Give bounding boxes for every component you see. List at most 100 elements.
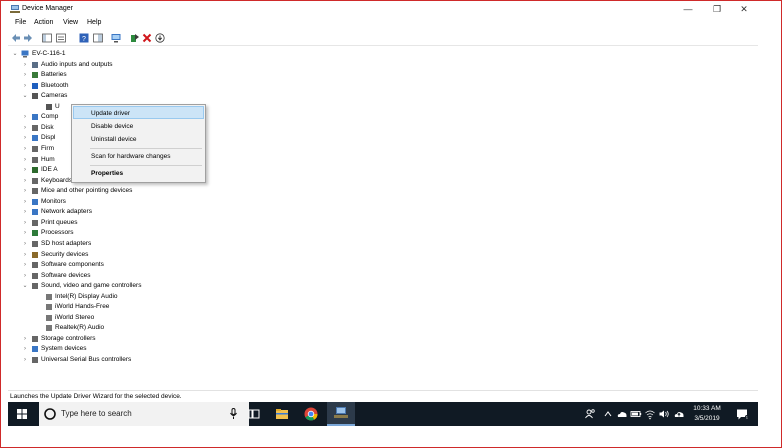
minimize-button[interactable]: — [675,3,701,16]
system-clock[interactable]: 10:33 AM 3/5/2019 [692,404,722,424]
title-bar[interactable]: Device Manager — ❐ ✕ [8,1,758,18]
expand-chevron-icon[interactable]: › [22,123,28,133]
expand-chevron-icon[interactable]: › [22,197,28,207]
expand-chevron-icon[interactable]: › [22,112,28,122]
clock-date: 3/5/2019 [694,415,720,422]
expand-chevron-icon[interactable]: › [22,239,28,249]
update-driver-icon[interactable] [130,33,140,43]
expand-chevron-icon[interactable]: › [22,133,28,143]
cortana-circle-icon [44,408,56,420]
clock-time: 10:33 AM [693,405,721,412]
onedrive-icon[interactable] [616,402,628,426]
taskbar-search[interactable]: Type here to search [39,402,249,426]
expand-chevron-icon[interactable]: › [22,70,28,80]
audio-device-icon [46,293,52,300]
tree-item-label: Comp [41,113,59,121]
tree-item-label: iWorld Hands-Free [55,303,110,311]
action-panel-icon[interactable] [93,33,103,43]
expand-chevron-icon[interactable]: › [22,207,28,217]
human-interface-icon [32,156,38,163]
tree-item-label: Keyboards [41,176,73,184]
disable-device-label: Disable device [91,123,134,130]
software-component-icon [32,262,38,268]
update-driver-label: Update driver [91,110,131,117]
tree-item-label: Storage controllers [41,334,96,342]
menu-view[interactable]: View [63,19,78,26]
microphone-icon[interactable] [229,408,238,420]
audio-device-icon [46,325,52,332]
bluetooth-icon [32,82,38,89]
uninstall-device-menu-item[interactable]: Uninstall device [72,133,205,146]
expand-chevron-icon[interactable]: › [22,176,28,186]
monitor-icon [32,198,38,205]
expand-chevron-icon[interactable]: › [22,271,28,281]
expand-chevron-icon[interactable]: › [22,334,28,344]
tree-item-label: Software components [41,261,104,268]
tree-item-label: Realtek(R) Audio [55,324,105,332]
computer-icon [21,50,29,58]
volume-icon[interactable] [658,402,670,426]
chrome-icon[interactable] [303,402,319,426]
menu-help[interactable]: Help [87,19,101,26]
enable-device-icon[interactable] [155,33,165,43]
expand-chevron-icon[interactable]: › [22,260,28,270]
tree-item-label: Disk [41,123,54,131]
scan-hardware-icon[interactable] [111,33,121,43]
properties-menu-item[interactable]: Properties [72,167,205,180]
disk-drive-icon [32,124,38,131]
collapse-chevron-icon[interactable]: ⌄ [12,49,18,59]
people-icon[interactable] [584,402,596,426]
properties-view-icon[interactable] [56,33,66,43]
update-driver-menu-item[interactable]: Update driver [73,106,204,119]
back-icon[interactable] [11,33,21,43]
expand-chevron-icon[interactable]: › [22,155,28,165]
expand-chevron-icon[interactable]: › [22,144,28,154]
show-hide-tree-icon[interactable] [42,33,52,43]
help-icon[interactable]: ? [79,33,89,43]
disable-device-menu-item[interactable]: Disable device [72,120,205,133]
scan-hardware-menu-item[interactable]: Scan for hardware changes [72,150,205,163]
expand-chevron-icon[interactable]: › [22,81,28,91]
expand-chevron-icon[interactable]: › [22,165,28,175]
collapse-chevron-icon[interactable]: ⌄ [22,281,28,291]
tree-item-label: Security devices [41,250,89,258]
menu-action[interactable]: Action [34,19,53,26]
expand-chevron-icon[interactable]: › [22,186,28,196]
status-text: Launches the Update Driver Wizard for th… [10,393,182,400]
expand-chevron-icon[interactable]: › [22,60,28,70]
show-hidden-icons-chevron-icon[interactable] [603,402,613,426]
network-adapter-icon [32,209,38,216]
expand-chevron-icon[interactable]: › [22,355,28,365]
menu-separator [90,165,202,166]
task-view-icon[interactable] [247,402,261,426]
storage-controller-icon [32,335,38,342]
upload-cloud-icon[interactable] [673,402,685,426]
menu-file[interactable]: File [15,19,26,26]
action-center-icon[interactable]: 1 [735,402,749,426]
expand-chevron-icon[interactable]: › [22,218,28,228]
expand-chevron-icon[interactable]: › [22,250,28,260]
close-button[interactable]: ✕ [731,3,757,16]
audio-device-icon [46,314,52,321]
uninstall-icon[interactable] [142,33,152,43]
wifi-icon[interactable] [644,402,656,426]
file-explorer-icon[interactable] [274,402,290,426]
context-menu: Update driver Disable device Uninstall d… [71,104,206,183]
tree-item-label: Intel(R) Display Audio [55,292,118,300]
windows-start-icon[interactable] [15,402,29,426]
tree-item-label: Mice and other pointing devices [41,187,133,195]
firmware-icon [32,146,38,152]
software-device-icon [32,272,38,279]
device-manager-taskbar-button[interactable] [327,402,355,426]
printer-icon [32,219,38,226]
tree-item-label: Software devices [41,271,91,279]
display-adapter-icon [32,135,38,142]
window-title: Device Manager [22,5,73,12]
maximize-button[interactable]: ❐ [704,3,730,16]
expand-chevron-icon[interactable]: › [22,344,28,354]
collapse-chevron-icon[interactable]: ⌄ [22,91,28,101]
forward-icon[interactable] [23,33,33,43]
menu-separator [90,148,202,149]
expand-chevron-icon[interactable]: › [22,228,28,238]
battery-icon[interactable] [630,402,642,426]
